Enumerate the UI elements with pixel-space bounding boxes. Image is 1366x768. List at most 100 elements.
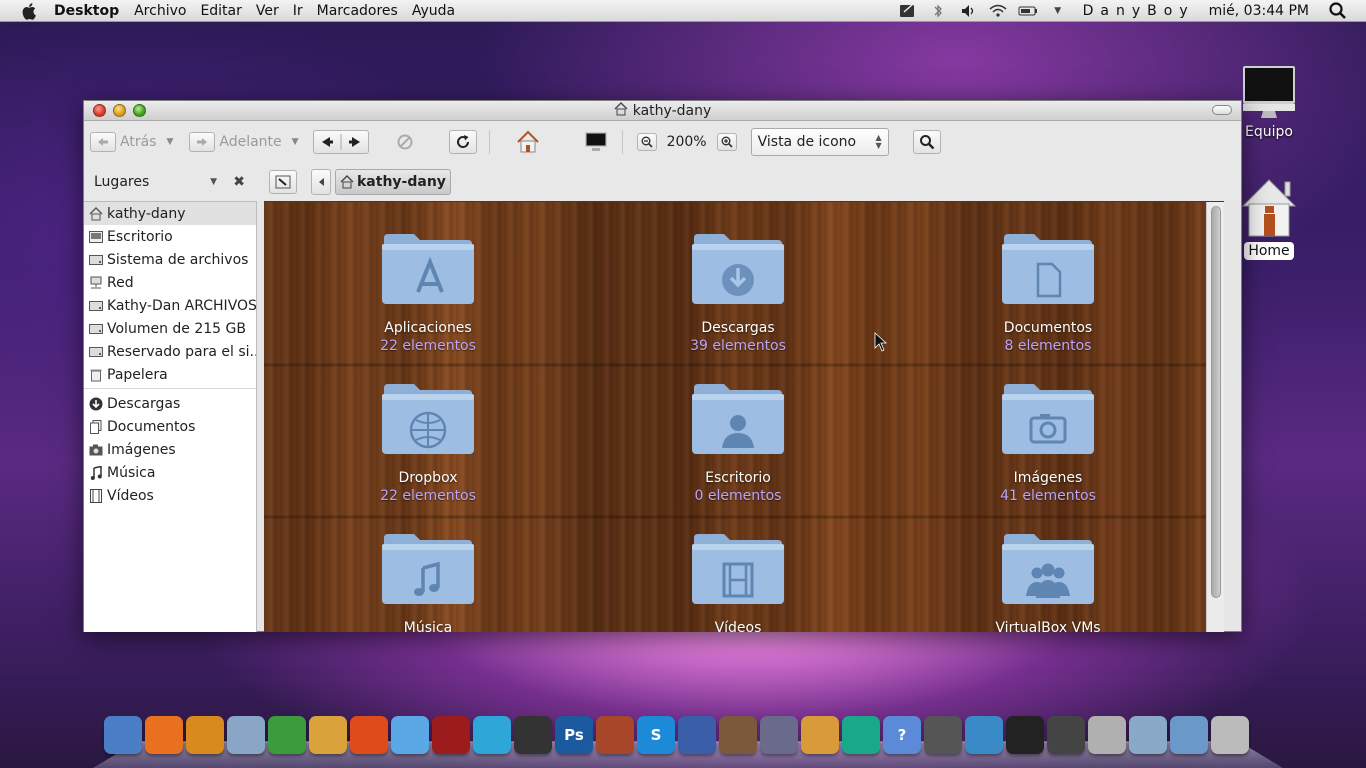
folder-item[interactable]: Vídeos (638, 530, 838, 632)
sidebar-item-volume[interactable]: Volumen de 215 GB (84, 317, 256, 340)
display-icon[interactable] (924, 716, 962, 754)
search-button[interactable] (912, 130, 941, 154)
pen-icon[interactable] (760, 716, 798, 754)
thunderbird-icon[interactable] (186, 716, 224, 754)
forward-button[interactable]: Adelante ▼ (189, 132, 299, 152)
linux-penguin-icon[interactable] (514, 716, 552, 754)
monster-icon[interactable] (473, 716, 511, 754)
chevron-down-icon[interactable]: ▼ (166, 137, 173, 147)
photoshop-icon[interactable]: Ps (555, 716, 593, 754)
sidebar-item-home[interactable]: kathy-dany (84, 202, 256, 225)
close-button[interactable] (93, 104, 106, 117)
zoom-level[interactable]: 200% (667, 134, 707, 150)
close-icon[interactable]: ✖ (233, 174, 245, 190)
graph-icon[interactable] (678, 716, 716, 754)
breadcrumb[interactable]: kathy-dany (335, 169, 451, 195)
chevron-down-icon[interactable]: ▼ (292, 137, 299, 147)
bluetooth-icon[interactable] (928, 3, 948, 19)
home-button[interactable] (516, 130, 540, 154)
zoom-out-button[interactable] (636, 133, 657, 151)
text-editor-icon[interactable] (1088, 716, 1126, 754)
burner-icon[interactable] (350, 716, 388, 754)
menu-editar[interactable]: Editar (200, 3, 241, 19)
sidebar-item-trash[interactable]: Papelera (84, 363, 256, 386)
keynote-icon[interactable] (719, 716, 757, 754)
back-button[interactable]: Atrás ▼ (90, 132, 173, 152)
sidebar-item-musica[interactable]: Música (84, 461, 256, 484)
vertical-scrollbar[interactable] (1206, 202, 1224, 632)
pencil-icon (275, 175, 291, 189)
file-view[interactable]: Aplicaciones 22 elementos Descargas 39 e… (264, 201, 1224, 632)
firewall-icon[interactable] (596, 716, 634, 754)
menu-marcadores[interactable]: Marcadores (317, 3, 398, 19)
apps-stack-icon[interactable] (1170, 716, 1208, 754)
minimize-button[interactable] (113, 104, 126, 117)
folder-item[interactable]: Documentos 8 elementos (948, 230, 1148, 354)
activity-monitor-icon[interactable] (1006, 716, 1044, 754)
folder-item[interactable]: Descargas 39 elementos (638, 230, 838, 354)
folder-name: Documentos (1003, 320, 1093, 336)
menu-ver[interactable]: Ver (256, 3, 279, 19)
sidebar-item-label: Documentos (107, 418, 196, 435)
popcorn-icon[interactable] (309, 716, 347, 754)
package-icon[interactable] (801, 716, 839, 754)
wifi-icon[interactable] (988, 3, 1008, 19)
sidebar-item-network[interactable]: Red (84, 271, 256, 294)
folder-item[interactable]: VirtualBox VMs (948, 530, 1148, 632)
folder-item[interactable]: Imágenes 41 elementos (948, 380, 1148, 504)
app-name[interactable]: Desktop (54, 3, 119, 19)
path-toggle-button[interactable] (269, 170, 297, 194)
sidebar-item-label: kathy-dany (107, 205, 186, 222)
notes-icon[interactable] (898, 2, 918, 19)
robot-icon[interactable] (965, 716, 1003, 754)
skype-icon[interactable]: S (637, 716, 675, 754)
scrollbar-thumb[interactable] (1211, 206, 1221, 598)
clock[interactable]: mié, 03:44 PM (1209, 3, 1309, 19)
stop-icon[interactable] (395, 132, 415, 152)
folder-item[interactable]: Dropbox 22 elementos (328, 380, 528, 504)
battery-icon[interactable] (1018, 3, 1038, 19)
sidebar-item-reserved[interactable]: Reservado para el si... (84, 340, 256, 363)
path-left-button[interactable] (311, 169, 331, 195)
places-header[interactable]: Lugares ▼ ✖ (84, 174, 257, 190)
view-mode-select[interactable]: Vista de icono ▲ ▼ (750, 128, 889, 156)
sidebar-item-filesystem[interactable]: Sistema de archivos (84, 248, 256, 271)
reload-button[interactable] (448, 130, 477, 154)
folder-item[interactable]: Música (328, 530, 528, 632)
computer-button[interactable] (584, 130, 608, 154)
sidebar-item-desktop[interactable]: Escritorio (84, 225, 256, 248)
zoom-in-button[interactable] (716, 133, 737, 151)
pidgin-icon[interactable] (268, 716, 306, 754)
user-name[interactable]: DanyBoy (1083, 3, 1195, 19)
search-icon[interactable] (1328, 1, 1348, 19)
toolbar-toggle-button[interactable] (1212, 105, 1232, 115)
maximize-button[interactable] (133, 104, 146, 117)
dropdown-icon[interactable]: ▼ (1048, 3, 1068, 19)
prev-next-buttons[interactable] (312, 130, 369, 154)
console-icon[interactable] (1047, 716, 1085, 754)
mail-icon[interactable] (227, 716, 265, 754)
apple-icon[interactable] (20, 1, 40, 21)
sidebar-item-videos[interactable]: Vídeos (84, 484, 256, 507)
pictures-stack-icon[interactable] (1129, 716, 1167, 754)
menu-archivo[interactable]: Archivo (134, 3, 186, 19)
photo-booth-icon[interactable] (432, 716, 470, 754)
folder-item[interactable]: Escritorio 0 elementos (638, 380, 838, 504)
sidebar-item-descargas[interactable]: Descargas (84, 392, 256, 415)
sidebar-item-label: Reservado para el si... (107, 343, 256, 360)
firefox-icon[interactable] (145, 716, 183, 754)
volume-icon[interactable] (958, 3, 978, 19)
sidebar-item-imagenes[interactable]: Imágenes (84, 438, 256, 461)
trash-icon[interactable] (1211, 716, 1249, 754)
help-icon[interactable]: ? (883, 716, 921, 754)
finder-icon[interactable] (104, 716, 142, 754)
star-icon[interactable] (391, 716, 429, 754)
menu-ayuda[interactable]: Ayuda (412, 3, 455, 19)
sidebar-item-kathy-dan-archivos[interactable]: Kathy-Dan ARCHIVOS (84, 294, 256, 317)
title-bar[interactable]: kathy-dany (84, 101, 1241, 121)
sidebar-item-documentos[interactable]: Documentos (84, 415, 256, 438)
folder-item[interactable]: Aplicaciones 22 elementos (328, 230, 528, 354)
chevron-down-icon[interactable]: ▼ (210, 177, 217, 187)
menu-ir[interactable]: Ir (293, 3, 303, 19)
bookmark-icon[interactable] (842, 716, 880, 754)
